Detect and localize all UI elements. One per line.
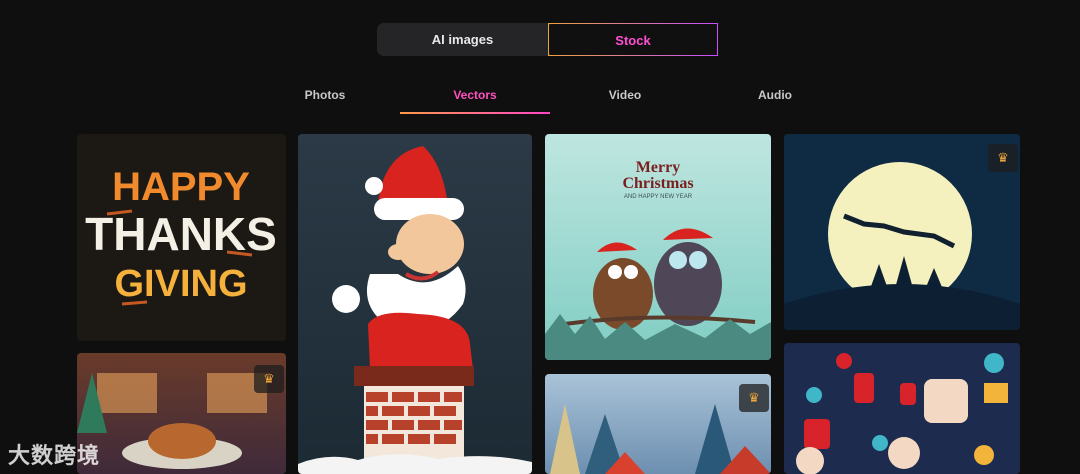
owls-subtitle: AND HAPPY NEW YEAR — [624, 194, 693, 200]
tab-video[interactable]: Video — [550, 84, 700, 114]
winter-village-card[interactable]: ♛ — [545, 374, 771, 474]
premium-crown-icon: ♛ — [988, 144, 1018, 172]
lettering-line-3: GIVING — [114, 263, 247, 305]
thanksgiving-lettering-card[interactable]: HAPPY THANKS GIVING — [77, 134, 286, 341]
christmas-icons-image — [796, 353, 1008, 474]
christmas-owls-image: Merry Christmas AND HAPPY NEW YEAR — [545, 159, 771, 360]
ai-images-button[interactable]: AI images — [377, 23, 548, 56]
santa-chimney-image — [298, 146, 532, 474]
stock-button[interactable]: Stock — [548, 23, 718, 56]
lettering-line-2: THANKS — [85, 208, 277, 260]
santa-sleigh-moon-card[interactable]: ♛ — [784, 134, 1020, 330]
media-type-tabs: Photos Vectors Video Audio — [250, 84, 850, 114]
owls-title-merry: Merry — [636, 159, 680, 176]
christmas-icons-card[interactable] — [784, 343, 1020, 474]
premium-crown-icon: ♛ — [254, 365, 284, 393]
thanksgiving-dinner-card[interactable]: ♛ — [77, 353, 286, 474]
owls-title-christmas: Christmas — [622, 175, 693, 192]
watermark-logo: 大数跨境 — [8, 443, 101, 468]
winter-village-image — [550, 404, 771, 474]
santa-sleigh-moon-image — [784, 162, 1020, 330]
thanksgiving-lettering-image: HAPPY THANKS GIVING — [85, 165, 277, 306]
premium-crown-icon: ♛ — [739, 384, 769, 412]
tab-vectors[interactable]: Vectors — [400, 84, 550, 114]
christmas-owls-card[interactable]: Merry Christmas AND HAPPY NEW YEAR — [545, 134, 771, 360]
tab-audio[interactable]: Audio — [700, 84, 850, 114]
tab-photos[interactable]: Photos — [250, 84, 400, 114]
source-toggle: AI images Stock — [377, 23, 718, 56]
lettering-line-1: HAPPY — [112, 165, 250, 209]
santa-chimney-card[interactable] — [298, 134, 532, 474]
